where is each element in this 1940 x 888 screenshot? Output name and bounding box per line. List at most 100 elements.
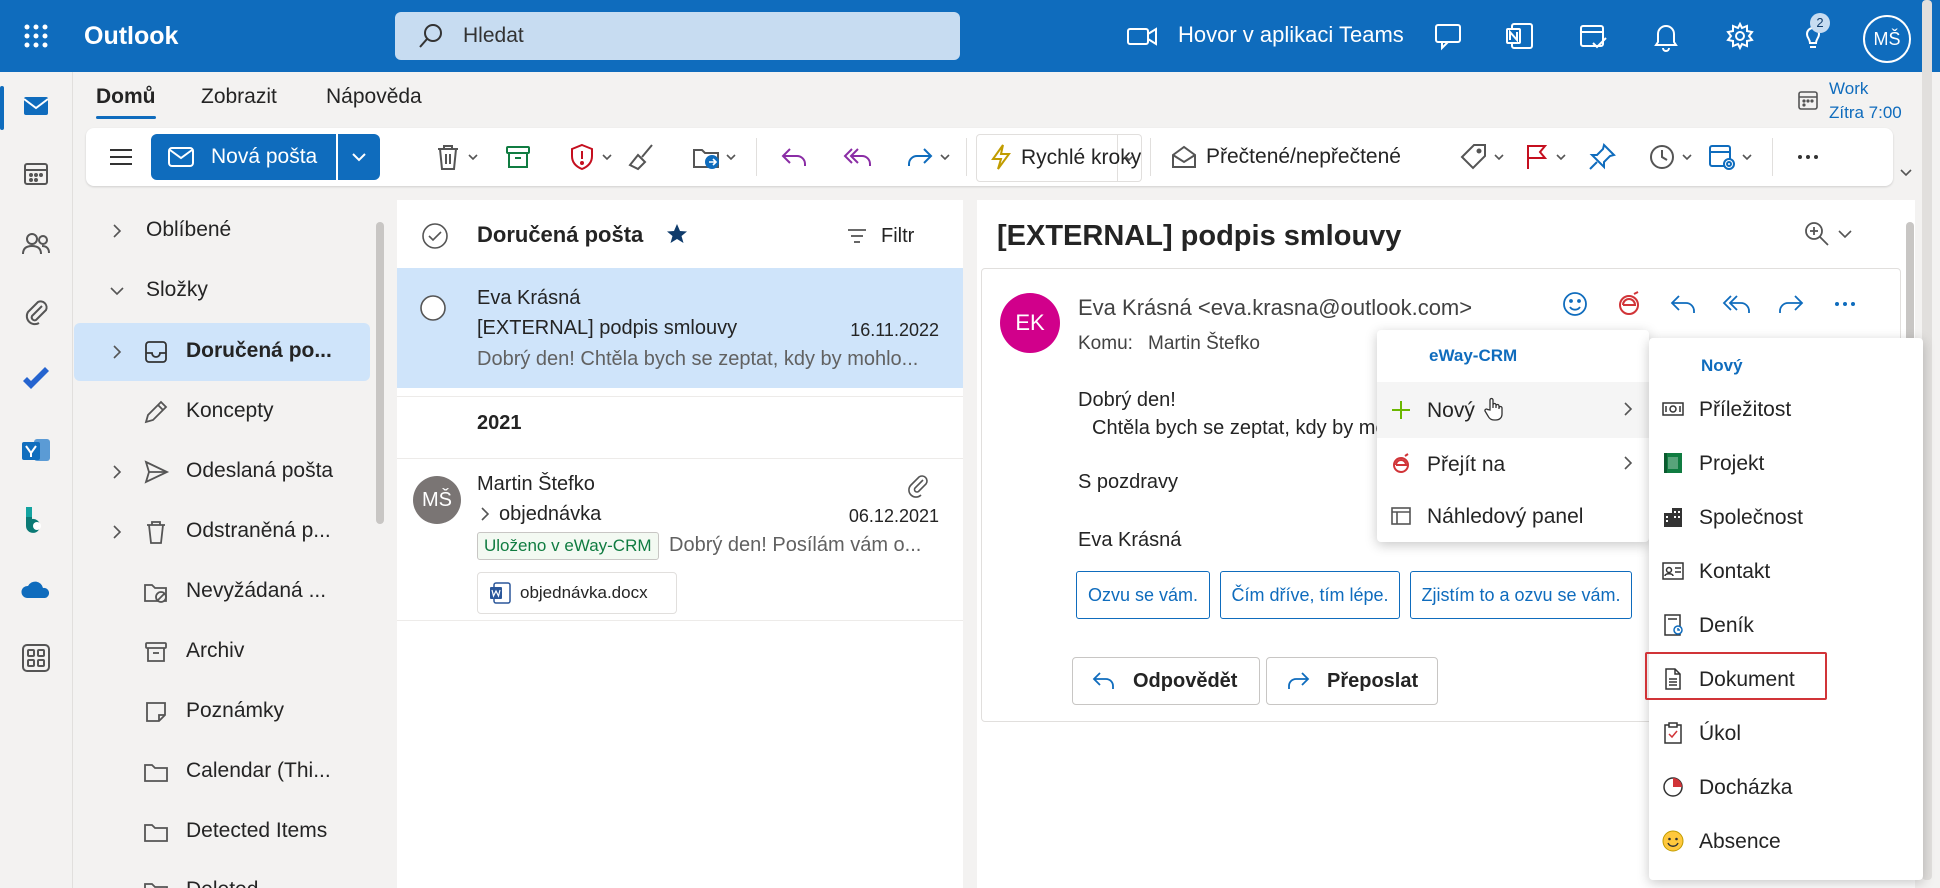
mail-icon[interactable] bbox=[18, 88, 54, 124]
chevron-down-icon[interactable] bbox=[724, 150, 738, 164]
filter-icon[interactable] bbox=[845, 224, 869, 248]
video-call-icon[interactable] bbox=[1124, 18, 1160, 54]
chevron-down-icon[interactable] bbox=[1492, 150, 1506, 164]
bookings-icon[interactable] bbox=[18, 502, 54, 538]
menu-item-task[interactable]: Úkol bbox=[1649, 706, 1923, 760]
new-mail-dropdown[interactable] bbox=[338, 134, 380, 180]
message-item[interactable]: Eva Krásná [EXTERNAL] podpis smlouvy 16.… bbox=[397, 268, 963, 388]
menu-item-absence[interactable]: Absence bbox=[1649, 814, 1923, 868]
menu-item-project[interactable]: Projekt bbox=[1649, 436, 1923, 490]
menu-item-preview-pane[interactable]: Náhledový panel bbox=[1377, 492, 1649, 542]
tag-icon[interactable] bbox=[1458, 141, 1490, 173]
reply-icon[interactable] bbox=[1668, 289, 1698, 319]
recipient[interactable]: Martin Štefko bbox=[1148, 333, 1260, 355]
chevron-down-icon[interactable] bbox=[600, 150, 614, 164]
select-message-icon[interactable] bbox=[419, 294, 447, 322]
quick-steps-button[interactable]: Rychlé kroky bbox=[976, 134, 1141, 182]
folder-group-folders[interactable]: Složky bbox=[74, 262, 370, 320]
folder-calendar[interactable]: Calendar (Thi... bbox=[74, 743, 370, 801]
menu-item-attendance[interactable]: Docházka bbox=[1649, 760, 1923, 814]
report-shield-icon[interactable] bbox=[566, 141, 598, 173]
menu-item-document[interactable]: Dokument bbox=[1645, 652, 1923, 706]
delete-icon[interactable] bbox=[432, 141, 464, 173]
pin-icon[interactable] bbox=[1586, 141, 1618, 173]
new-mail-button[interactable]: Nová pošta bbox=[151, 134, 336, 180]
menu-item-company[interactable]: Společnost bbox=[1649, 490, 1923, 544]
menu-item-goto[interactable]: Přejít na bbox=[1377, 438, 1649, 492]
filter-button[interactable]: Filtr bbox=[881, 225, 914, 248]
menu-item-contact[interactable]: Kontakt bbox=[1649, 544, 1923, 598]
select-all-icon[interactable] bbox=[421, 222, 449, 250]
emoji-icon[interactable] bbox=[1560, 289, 1590, 319]
onenote-icon[interactable] bbox=[1502, 18, 1538, 54]
folder-inbox[interactable]: Doručená po... bbox=[74, 323, 370, 381]
ribbon-expand-icon[interactable] bbox=[1897, 164, 1915, 182]
todo-icon[interactable] bbox=[18, 362, 54, 398]
menu-item-journal[interactable]: Deník bbox=[1649, 598, 1923, 652]
star-icon[interactable] bbox=[665, 222, 689, 246]
chevron-down-icon[interactable] bbox=[1554, 150, 1568, 164]
folder-deleted-2[interactable]: Deleted... bbox=[74, 862, 370, 888]
eway-crm-icon[interactable] bbox=[1614, 289, 1644, 319]
tab-home[interactable]: Domů bbox=[96, 85, 156, 109]
gear-icon[interactable] bbox=[1722, 18, 1758, 54]
rules-icon[interactable] bbox=[1706, 141, 1738, 173]
bell-icon[interactable] bbox=[1648, 18, 1684, 54]
message-item[interactable]: MŠ Martin Štefko objednávka 06.12.2021 U… bbox=[397, 460, 963, 620]
calendar-check-icon[interactable] bbox=[1575, 18, 1611, 54]
chevron-down-icon[interactable] bbox=[466, 150, 480, 164]
folder-archive[interactable]: Archiv bbox=[74, 623, 370, 681]
menu-item-opportunity[interactable]: Příležitost bbox=[1649, 382, 1923, 436]
app-name[interactable]: Outlook bbox=[84, 22, 178, 51]
zoom-icon[interactable] bbox=[1803, 220, 1831, 248]
forward-button[interactable]: Přeposlat bbox=[1266, 657, 1438, 705]
tab-view[interactable]: Zobrazit bbox=[201, 85, 277, 109]
more-options-icon[interactable] bbox=[1792, 141, 1824, 173]
chevron-right-icon[interactable] bbox=[477, 506, 493, 522]
sweep-icon[interactable] bbox=[626, 141, 658, 173]
attachment-chip[interactable]: objednávka.docx bbox=[477, 572, 677, 614]
hamburger-icon[interactable] bbox=[106, 142, 136, 172]
chevron-down-icon[interactable] bbox=[1835, 224, 1855, 244]
folder-deleted[interactable]: Odstraněná p... bbox=[74, 503, 370, 561]
forward-icon[interactable] bbox=[904, 141, 936, 173]
quick-steps-dropdown[interactable] bbox=[1117, 134, 1142, 182]
sender-avatar[interactable]: EK bbox=[1000, 293, 1060, 353]
folder-favorites[interactable]: Oblíbené bbox=[74, 202, 370, 260]
folder-sent[interactable]: Odeslaná pošta bbox=[74, 443, 370, 501]
folder-detected-items[interactable]: Detected Items bbox=[74, 803, 370, 861]
menu-item-new[interactable]: Nový bbox=[1377, 382, 1649, 438]
forward-icon[interactable] bbox=[1776, 289, 1806, 319]
chevron-down-icon[interactable] bbox=[938, 150, 952, 164]
more-apps-icon[interactable] bbox=[18, 640, 54, 676]
user-avatar[interactable]: MŠ bbox=[1863, 15, 1911, 63]
more-options-icon[interactable] bbox=[1830, 289, 1860, 319]
onedrive-icon[interactable] bbox=[18, 572, 54, 608]
tab-help[interactable]: Nápověda bbox=[326, 85, 422, 109]
quick-reply-button[interactable]: Zjistím to a ozvu se vám. bbox=[1410, 571, 1632, 619]
folder-scrollbar[interactable] bbox=[376, 222, 384, 524]
move-to-folder-icon[interactable] bbox=[690, 141, 722, 173]
calendar-peek[interactable]: Work Zítra 7:00 bbox=[1829, 77, 1902, 125]
app-launcher-icon[interactable] bbox=[18, 18, 54, 54]
reply-icon[interactable] bbox=[778, 141, 810, 173]
search-box[interactable]: Hledat bbox=[395, 12, 960, 60]
chevron-down-icon[interactable] bbox=[1680, 150, 1694, 164]
quick-reply-button[interactable]: Čím dříve, tím lépe. bbox=[1220, 571, 1400, 619]
teams-call-label[interactable]: Hovor v aplikaci Teams bbox=[1178, 22, 1404, 48]
reply-all-icon[interactable] bbox=[1722, 289, 1752, 319]
attachment-icon[interactable] bbox=[18, 294, 54, 330]
quick-reply-button[interactable]: Ozvu se vám. bbox=[1076, 571, 1210, 619]
flag-icon[interactable] bbox=[1520, 141, 1552, 173]
folder-notes[interactable]: Poznámky bbox=[74, 683, 370, 741]
chat-icon[interactable] bbox=[1430, 18, 1466, 54]
yammer-icon[interactable] bbox=[18, 432, 54, 468]
reply-all-icon[interactable] bbox=[842, 141, 874, 173]
people-icon[interactable] bbox=[18, 226, 54, 262]
chevron-down-icon[interactable] bbox=[1740, 150, 1754, 164]
sender-address[interactable]: Eva Krásná <eva.krasna@outlook.com> bbox=[1078, 295, 1472, 321]
folder-junk[interactable]: Nevyžádaná ... bbox=[74, 563, 370, 621]
read-unread-button[interactable]: Přečtené/nepřečtené bbox=[1162, 134, 1422, 180]
reply-button[interactable]: Odpovědět bbox=[1072, 657, 1260, 705]
folder-drafts[interactable]: Koncepty bbox=[74, 383, 370, 441]
